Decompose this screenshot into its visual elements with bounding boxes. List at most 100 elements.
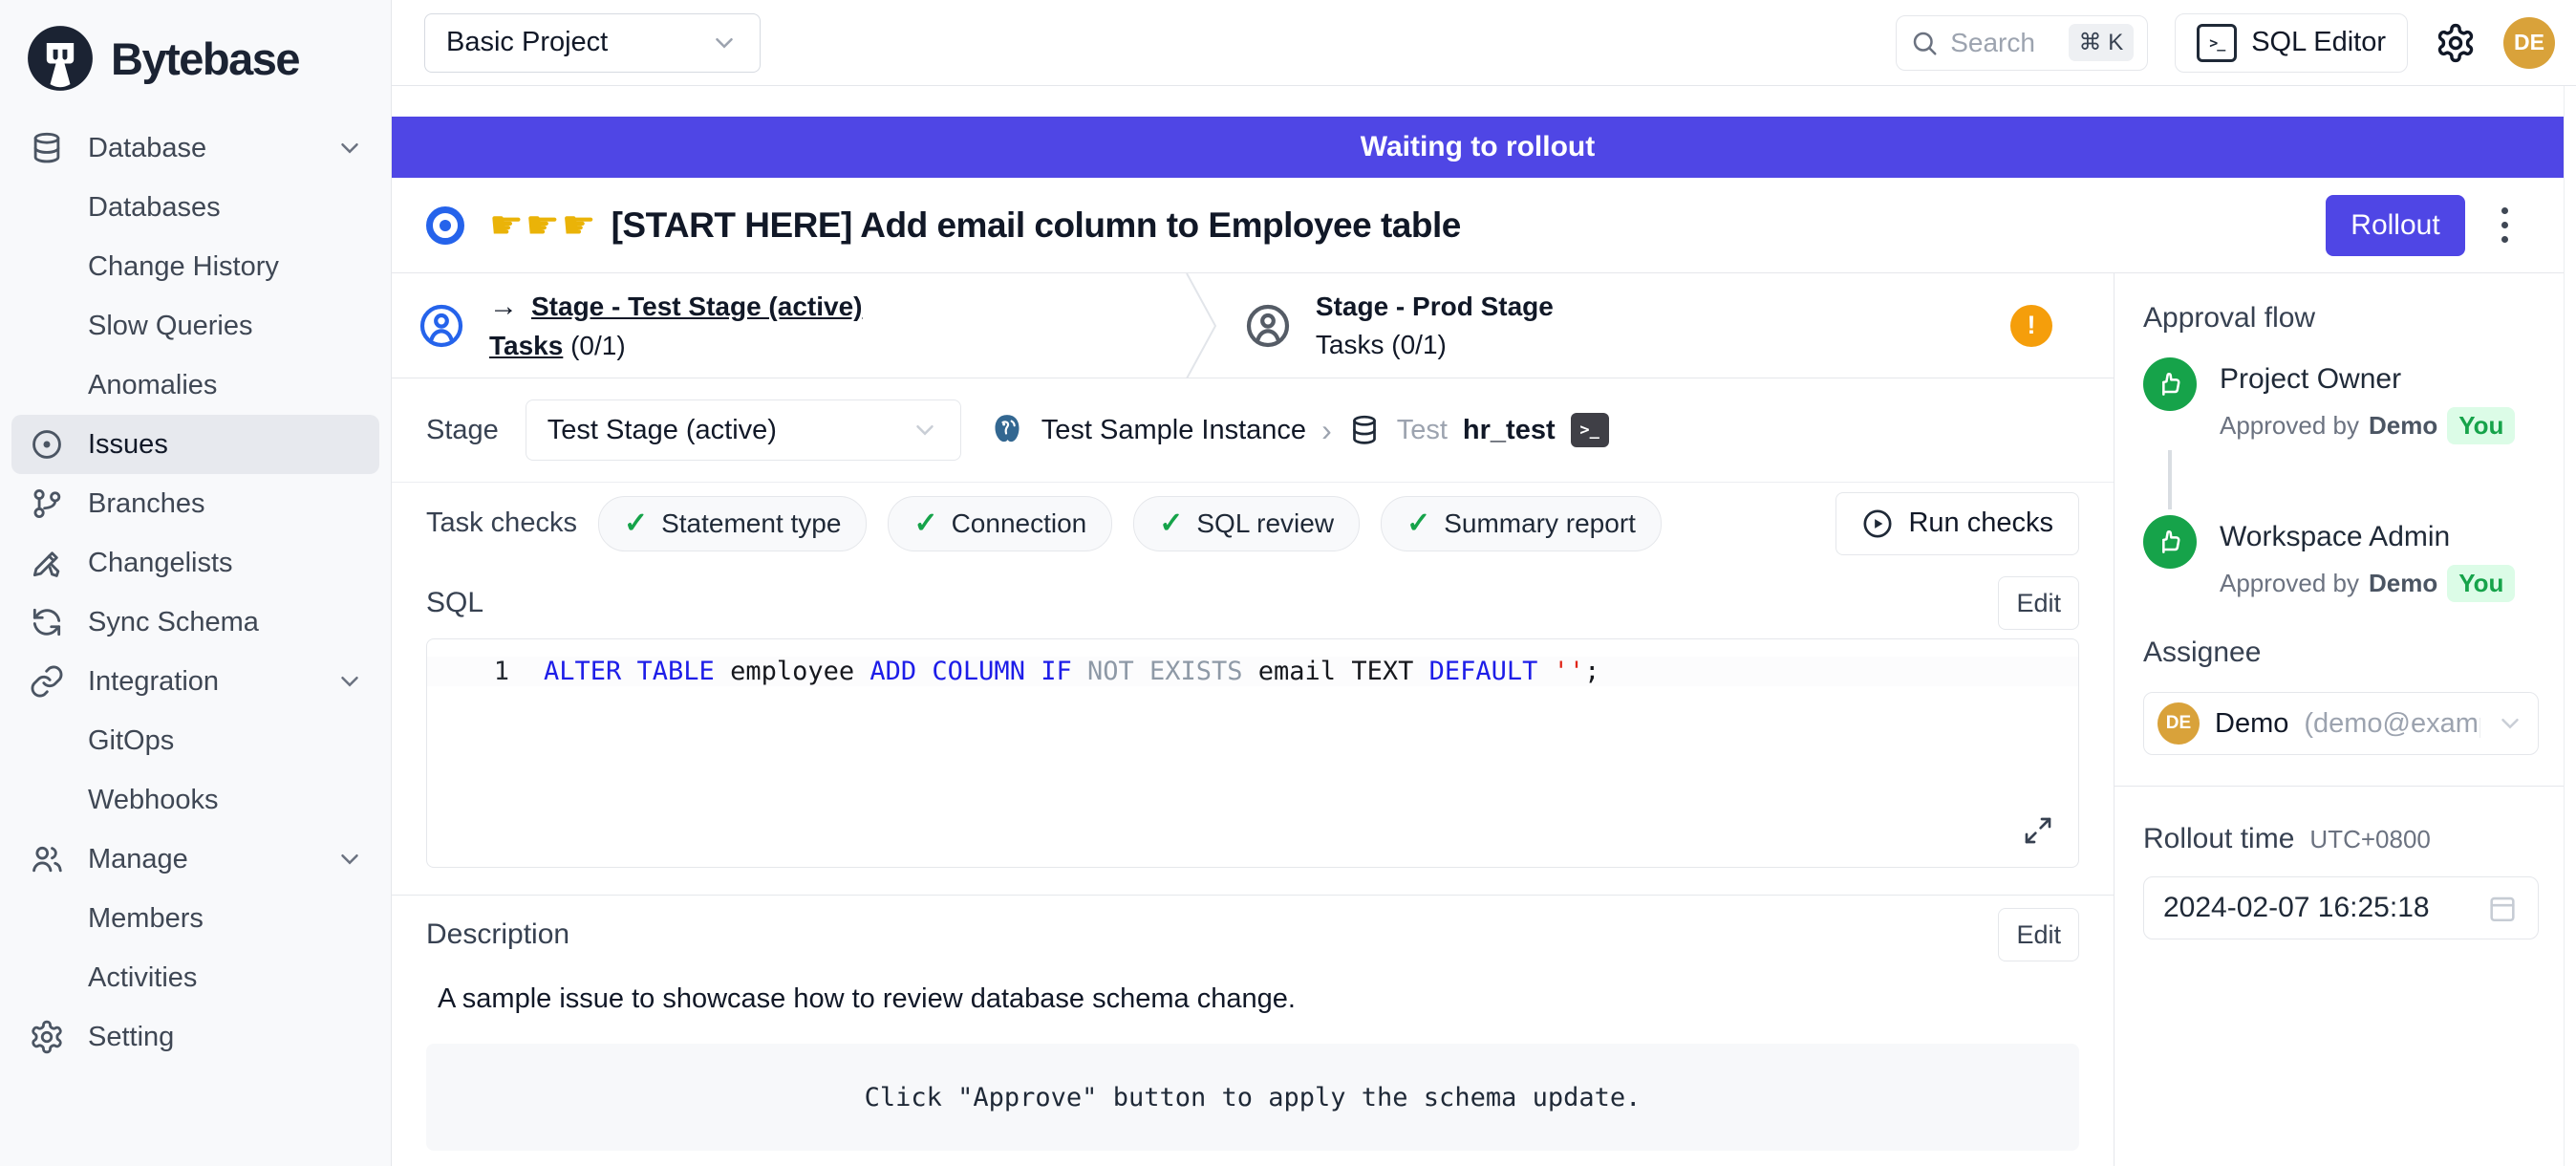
stage-prod[interactable]: Stage - Prod Stage Tasks (0/1) ! (1218, 273, 2114, 378)
you-badge: You (2447, 565, 2515, 602)
sidebar-item-label: Setting (88, 1022, 174, 1053)
expand-icon[interactable] (2023, 815, 2053, 846)
project-select[interactable]: Basic Project (424, 13, 761, 73)
database-name[interactable]: hr_test (1463, 415, 1556, 446)
sidebar-item-databases[interactable]: Databases (11, 178, 379, 237)
status-banner: Waiting to rollout (392, 117, 2564, 178)
sidebar-item-manage[interactable]: Manage (11, 830, 379, 889)
app-window: Bytebase Database Databases Change Histo… (0, 0, 2576, 1166)
chevron-down-icon (335, 134, 364, 162)
line-number: 1 (427, 657, 544, 686)
sidebar-item-members[interactable]: Members (11, 889, 379, 948)
tasks-label: Tasks (1316, 330, 1385, 359)
sidebar-item-label: Sync Schema (88, 607, 259, 638)
terminal-icon: >_ (2197, 24, 2237, 62)
person-circle-icon (1245, 303, 1291, 349)
calendar-icon (2486, 892, 2519, 924)
rollout-time-heading: Rollout time (2143, 823, 2294, 855)
run-checks-button[interactable]: Run checks (1835, 492, 2079, 555)
search-placeholder: Search (1950, 28, 2035, 58)
sidebar-item-webhooks[interactable]: Webhooks (11, 770, 379, 830)
sidebar-item-label: Database (88, 133, 206, 164)
tasks-link[interactable]: Tasks (489, 331, 563, 360)
instance-name[interactable]: Test Sample Instance (1041, 415, 1306, 446)
sync-icon (27, 604, 67, 640)
brand-logo[interactable]: Bytebase (0, 15, 391, 119)
sql-token: ADD COLUMN IF (869, 657, 1087, 686)
sql-token: TEXT (1351, 657, 1428, 686)
sidebar-item-label: Databases (88, 192, 221, 224)
check-connection[interactable]: ✓ Connection (888, 496, 1112, 551)
sql-token: DEFAULT (1429, 657, 1554, 686)
sql-token: employee (730, 657, 869, 686)
sidebar-item-sync-schema[interactable]: Sync Schema (11, 593, 379, 652)
stage-name-link[interactable]: Stage - Test Stage (active) (531, 292, 862, 322)
sidebar-item-branches[interactable]: Branches (11, 474, 379, 533)
user-avatar[interactable]: DE (2503, 17, 2555, 69)
postgres-icon (988, 411, 1026, 449)
sidebar-item-activities[interactable]: Activities (11, 948, 379, 1007)
play-circle-icon (1861, 507, 1894, 540)
open-in-sql-editor-icon[interactable]: >_ (1571, 413, 1609, 447)
check-label: SQL review (1196, 508, 1334, 539)
sql-token: ; (1584, 657, 1599, 686)
assignee-name: Demo (2215, 708, 2288, 740)
search-input[interactable]: Search ⌘ K (1896, 15, 2148, 71)
sidebar-item-database[interactable]: Database (11, 119, 379, 178)
approval-role: Workspace Admin (2220, 515, 2515, 553)
git-branch-icon (27, 486, 67, 522)
description-text: A sample issue to showcase how to review… (426, 970, 2079, 1015)
assignee-select[interactable]: DE Demo (demo@example (2143, 692, 2539, 755)
description-edit-button[interactable]: Edit (1998, 908, 2079, 961)
check-statement-type[interactable]: ✓ Statement type (598, 496, 867, 551)
rollout-button[interactable]: Rollout (2326, 195, 2465, 256)
stage-select-value: Test Stage (active) (547, 415, 777, 446)
approval-step: Workspace Admin Approved by Demo You (2143, 515, 2539, 602)
sidebar-item-changelists[interactable]: Changelists (11, 533, 379, 593)
database-icon (27, 130, 67, 166)
check-label: Statement type (661, 508, 841, 539)
scrollbar-track[interactable] (2564, 86, 2576, 1166)
attention-badge: ! (2010, 305, 2052, 347)
approval-step: Project Owner Approved by Demo You (2143, 357, 2539, 444)
sidebar-nav: Database Databases Change History Slow Q… (0, 119, 391, 1067)
sidebar-item-change-history[interactable]: Change History (11, 237, 379, 296)
sidebar-item-integration[interactable]: Integration (11, 652, 379, 711)
main-area: Basic Project Search ⌘ K >_ SQL Editor (392, 0, 2576, 1166)
sidebar-item-slow-queries[interactable]: Slow Queries (11, 296, 379, 356)
stage-test[interactable]: → Stage - Test Stage (active) Tasks (0/1… (392, 273, 1184, 378)
users-icon (27, 841, 67, 877)
thumbs-up-icon (2143, 357, 2197, 411)
check-summary-report[interactable]: ✓ Summary report (1381, 496, 1662, 551)
brand-name: Bytebase (111, 32, 299, 85)
sidebar-item-setting[interactable]: Setting (11, 1007, 379, 1067)
sql-editor-label: SQL Editor (2251, 27, 2386, 58)
stage-select[interactable]: Test Stage (active) (526, 399, 961, 461)
chevron-down-icon (335, 667, 364, 696)
check-sql-review[interactable]: ✓ SQL review (1133, 496, 1360, 551)
sidebar-item-label: GitOps (88, 725, 174, 757)
stage-name: Stage - Prod Stage (1316, 292, 1554, 322)
approval-connector (2168, 450, 2172, 509)
settings-gear-icon[interactable] (2435, 22, 2477, 64)
search-icon (1910, 29, 1939, 57)
stage-label: Stage (426, 415, 499, 446)
sidebar-item-anomalies[interactable]: Anomalies (11, 356, 379, 415)
rollout-time-input[interactable]: 2024-02-07 16:25:18 (2143, 876, 2539, 939)
sidebar-item-issues[interactable]: Issues (11, 415, 379, 474)
issue-icon (27, 426, 67, 463)
task-checks-row: Task checks ✓ Statement type ✓ Connectio… (392, 482, 2114, 564)
sql-editor-button[interactable]: >_ SQL Editor (2175, 13, 2408, 73)
sql-edit-button[interactable]: Edit (1998, 576, 2079, 630)
sql-code-editor[interactable]: 1ALTER TABLE employee ADD COLUMN IF NOT … (426, 638, 2079, 868)
sidebar-item-label: Changelists (88, 548, 233, 579)
check-label: Connection (952, 508, 1087, 539)
sidebar-item-gitops[interactable]: GitOps (11, 711, 379, 770)
rollout-time-value: 2024-02-07 16:25:18 (2163, 892, 2430, 924)
bytebase-logo-icon (25, 23, 96, 94)
timezone-label: UTC+0800 (2309, 825, 2430, 854)
sql-token: ALTER TABLE (544, 657, 730, 686)
breadcrumb-separator: › (1321, 413, 1332, 448)
more-options-icon[interactable] (2494, 200, 2516, 250)
chevron-down-icon (335, 845, 364, 874)
